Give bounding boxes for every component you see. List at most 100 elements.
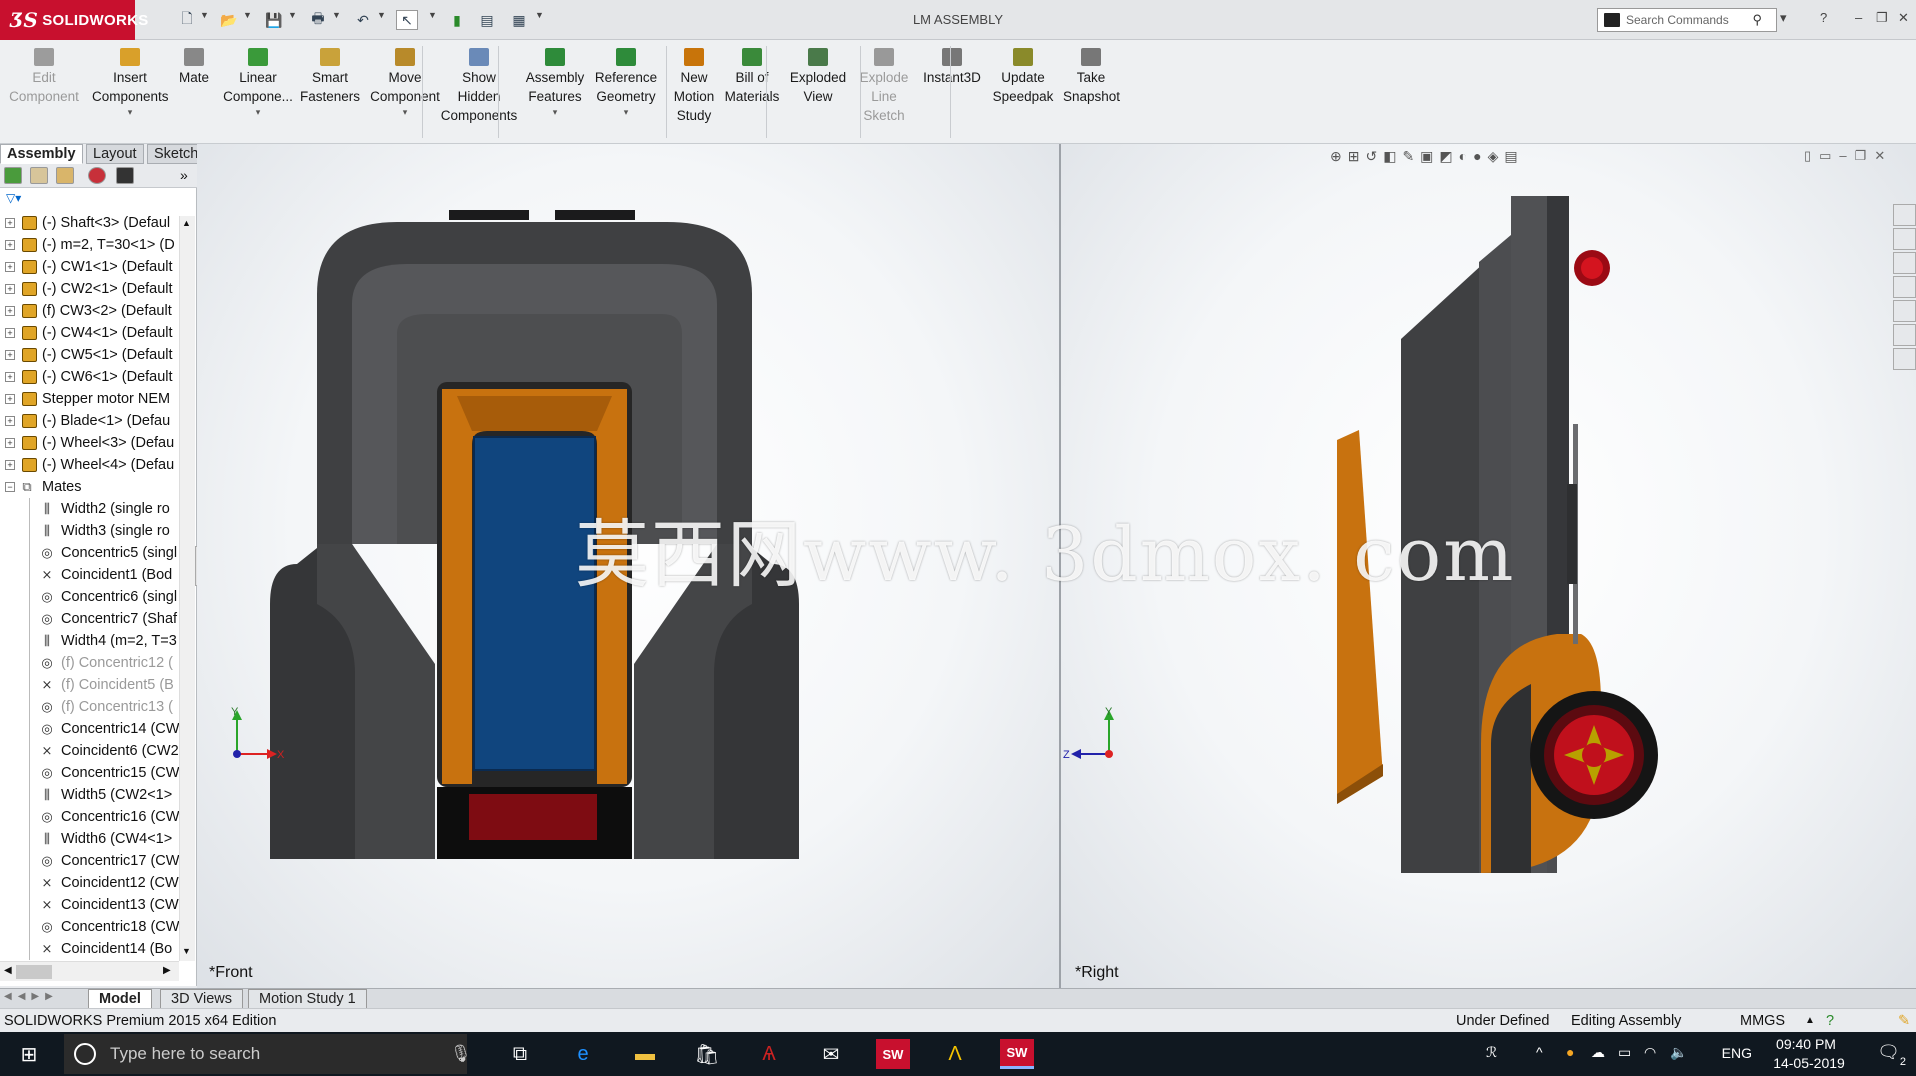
tree-item-mate[interactable]: ⨯ Coincident13 (CW <box>0 894 180 916</box>
expand-icon[interactable]: + <box>5 438 15 448</box>
ribbon-button-assembly-features[interactable]: Assembly Features ▾ <box>522 48 588 118</box>
tree-vertical-scrollbar[interactable]: ▲ ▼ <box>179 216 195 961</box>
chevron-down-icon[interactable]: ▾ <box>522 106 588 118</box>
zoom-to-fit-icon[interactable]: ⊕ <box>1330 148 1348 164</box>
battery-icon[interactable]: ▭ <box>1618 1044 1638 1061</box>
tree-item-part[interactable]: + (-) Shaft<3> (Defaul <box>0 212 180 234</box>
ribbon-button-new-motion[interactable]: New Motion Study <box>668 48 720 125</box>
ribbon-button-show-hidden[interactable]: Show Hidden Components <box>438 48 520 125</box>
tree-item-part[interactable]: + (-) m=2, T=30<1> (D <box>0 234 180 256</box>
tree-item-part[interactable]: + (-) Blade<1> (Defau <box>0 410 180 432</box>
ribbon-button-insert-components[interactable]: Insert Components ▾ <box>92 48 169 118</box>
clock-date[interactable]: 14-05-2019 <box>1766 1055 1852 1071</box>
collapse-icon[interactable]: − <box>5 482 15 492</box>
tree-item-mate[interactable]: ⫼ Width3 (single ro <box>0 520 180 542</box>
ribbon-button-reference-geometry[interactable]: Reference Geometry ▾ <box>590 48 662 118</box>
scene-icon[interactable]: ◈ <box>1488 148 1505 164</box>
input-language[interactable]: ENG <box>1722 1045 1752 1061</box>
help-status-icon[interactable]: ? <box>1826 1009 1834 1033</box>
tree-item-mate[interactable]: ◎ Concentric15 (CW <box>0 762 180 784</box>
scroll-right-icon[interactable]: ▶ <box>163 965 171 976</box>
tree-item-mate[interactable]: ⨯ (f) Coincident5 (B <box>0 674 180 696</box>
tab-scroll-arrows-icon[interactable]: ◀◀▶▶ <box>4 991 59 1002</box>
appearances-scenes-icon[interactable] <box>1893 300 1916 322</box>
tree-item-mate[interactable]: ⨯ Coincident12 (CW <box>0 872 180 894</box>
ribbon-button-bill-of-materials[interactable]: Bill of Materials <box>722 48 782 106</box>
tree-item-mate[interactable]: ⨯ Coincident1 (Bod <box>0 564 180 586</box>
autodesk-icon[interactable]: Λ <box>938 1039 972 1069</box>
security-icon[interactable]: ● <box>1566 1044 1586 1060</box>
windows-start-icon[interactable]: ⊞ <box>12 1039 46 1069</box>
expand-icon[interactable]: + <box>5 306 15 316</box>
ribbon-button-exploded-view[interactable]: Exploded View <box>786 48 850 106</box>
tree-item-mate[interactable]: ◎ (f) Concentric12 ( <box>0 652 180 674</box>
solidworks-resources-icon[interactable] <box>1893 204 1916 226</box>
appearance-icon[interactable]: ● <box>1473 148 1487 164</box>
tree-item-part[interactable]: + (-) Wheel<3> (Defau <box>0 432 180 454</box>
configuration-manager-tab-icon[interactable] <box>56 167 74 184</box>
tree-item-part[interactable]: + (-) CW2<1> (Default <box>0 278 180 300</box>
tree-item-mate[interactable]: ⨯ Coincident14 (Bo <box>0 938 180 960</box>
section-view-icon[interactable]: ◧ <box>1383 148 1402 164</box>
chevron-down-icon[interactable]: ▾ <box>590 106 662 118</box>
ribbon-button-update-speedpak[interactable]: Update Speedpak <box>990 48 1056 106</box>
tree-item-part[interactable]: + (-) Wheel<4> (Defau <box>0 454 180 476</box>
restore-icon[interactable]: ❐ <box>1876 10 1888 26</box>
file-explorer-icon[interactable] <box>1893 252 1916 274</box>
ribbon-button-explode-line[interactable]: Explode Line Sketch <box>856 48 912 125</box>
tree-item-mate[interactable]: ◎ Concentric7 (Shaf <box>0 608 180 630</box>
volume-icon[interactable]: 🔈 <box>1670 1044 1690 1061</box>
units-selector[interactable]: MMGS <box>1740 1009 1785 1033</box>
notifications-icon[interactable]: 🗨 <box>1877 1042 1900 1063</box>
scroll-up-icon[interactable]: ▲ <box>182 218 191 228</box>
chevron-up-icon[interactable]: ▲ <box>1805 1009 1815 1033</box>
view-settings-icon[interactable]: ▤ <box>1504 148 1523 164</box>
ribbon-button-instant3d[interactable]: Instant3D <box>916 48 988 87</box>
tree-item-mate[interactable]: ⫼ Width2 (single ro <box>0 498 180 520</box>
expand-icon[interactable]: + <box>5 240 15 250</box>
ribbon-button-take-snapshot[interactable]: Take Snapshot <box>1063 48 1120 106</box>
view-orientation-icon[interactable]: ▣ <box>1420 148 1439 164</box>
previous-view-icon[interactable]: ↺ <box>1365 148 1383 164</box>
tree-item-mate[interactable]: ⨯ Coincident6 (CW2 <box>0 740 180 762</box>
search-type-icon[interactable] <box>1604 13 1620 27</box>
search-commands-input[interactable]: Search Commands ⚲ <box>1597 8 1777 32</box>
clock-time[interactable]: 09:40 PM <box>1770 1036 1842 1052</box>
tree-item-mate[interactable]: ◎ Concentric16 (CW <box>0 806 180 828</box>
solidworks-taskbar-icon[interactable]: SW <box>876 1039 910 1069</box>
bottom-tab-3d-views[interactable]: 3D Views <box>160 989 243 1009</box>
expand-icon[interactable]: + <box>5 218 15 228</box>
edge-browser-icon[interactable]: e <box>566 1039 600 1069</box>
people-icon[interactable]: ℛ <box>1486 1044 1506 1061</box>
dynamic-annotation-icon[interactable]: ✎ <box>1402 148 1420 164</box>
tree-item-mate[interactable]: ◎ (f) Concentric13 ( <box>0 696 180 718</box>
display-manager-tab-icon[interactable] <box>88 167 106 184</box>
filter-icon[interactable]: ▽▾ <box>6 191 21 205</box>
expand-icon[interactable]: + <box>5 262 15 272</box>
viewport-window-controls[interactable]: ▯▭–❐✕ <box>1804 148 1893 164</box>
search-icon[interactable]: ⚲ <box>1752 12 1762 28</box>
expand-pane-icon[interactable]: » <box>180 167 188 183</box>
display-style-icon[interactable]: ◩ <box>1439 148 1458 164</box>
scroll-left-icon[interactable]: ◀ <box>4 965 12 976</box>
expand-icon[interactable]: + <box>5 460 15 470</box>
bottom-tab-motion-study-1[interactable]: Motion Study 1 <box>248 989 367 1009</box>
expand-icon[interactable]: + <box>5 416 15 426</box>
ribbon-button-edit-component[interactable]: Edit Component <box>4 48 84 106</box>
onedrive-icon[interactable]: ☁ <box>1591 1044 1611 1061</box>
tree-item-part[interactable]: + (-) CW1<1> (Default <box>0 256 180 278</box>
chevron-down-icon[interactable]: ▾ <box>368 106 442 118</box>
ribbon-button-linear-compone[interactable]: Linear Compone... ▾ <box>222 48 294 118</box>
rebuild-status-icon[interactable]: ✎ <box>1898 1009 1910 1033</box>
tree-item-part[interactable]: + (-) CW5<1> (Default <box>0 344 180 366</box>
forum-icon[interactable] <box>1893 348 1916 370</box>
feature-manager-tab-icon[interactable] <box>4 167 22 184</box>
microphone-icon[interactable]: 🎙 <box>450 1034 472 1074</box>
expand-icon[interactable]: + <box>5 284 15 294</box>
ribbon-button-move-component[interactable]: Move Component ▾ <box>368 48 442 118</box>
tree-item-mate[interactable]: ◎ Concentric14 (CW <box>0 718 180 740</box>
bottom-tab-model[interactable]: Model <box>88 989 152 1009</box>
design-library-icon[interactable] <box>1893 228 1916 250</box>
close-icon[interactable]: ✕ <box>1898 10 1909 26</box>
expand-icon[interactable]: + <box>5 350 15 360</box>
